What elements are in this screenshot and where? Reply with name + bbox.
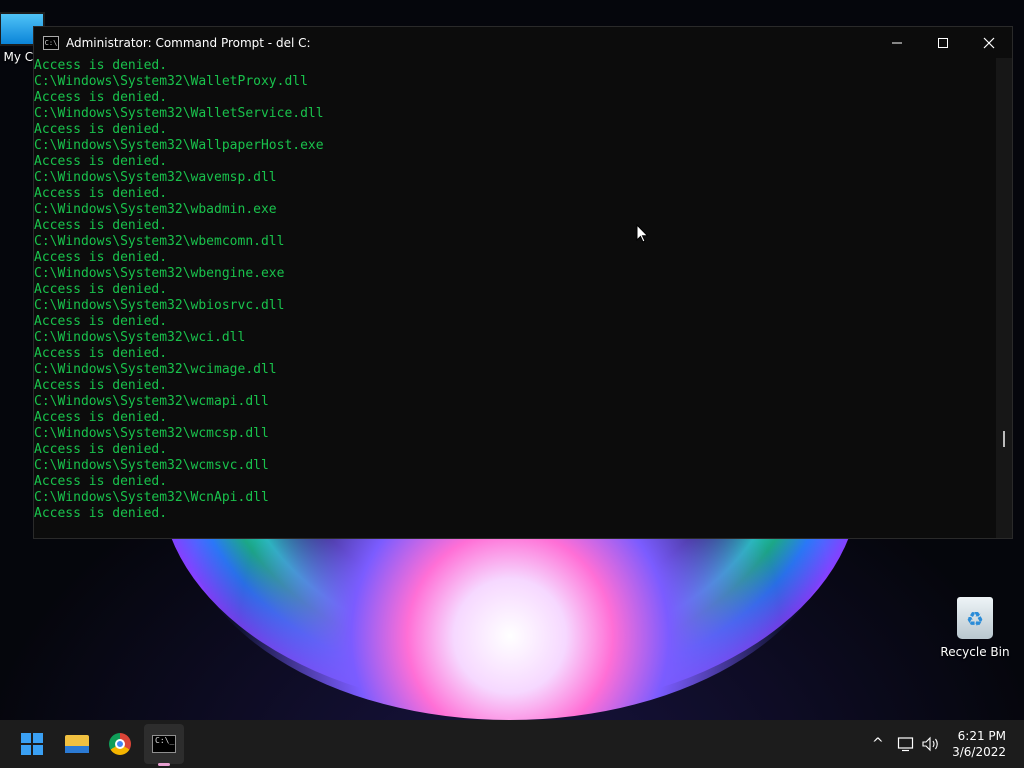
title-bar[interactable]: C:\ Administrator: Command Prompt - del … (34, 27, 1012, 58)
console-line: C:\Windows\System32\wbadmin.exe (34, 202, 277, 217)
volume-icon (922, 736, 938, 752)
command-prompt-window[interactable]: C:\ Administrator: Command Prompt - del … (33, 26, 1013, 539)
running-indicator (158, 763, 170, 766)
console-line: Access is denied. (34, 58, 168, 73)
console-line: Access is denied. (34, 346, 168, 361)
console-line: Access is denied. (34, 314, 168, 329)
console-output[interactable]: Access is denied. C:\Windows\System32\Wal… (34, 58, 996, 538)
console-line: Access is denied. (34, 442, 168, 457)
mouse-cursor-icon (636, 224, 649, 243)
console-line: C:\Windows\System32\wcmsvc.dll (34, 458, 269, 473)
show-hidden-icons-button[interactable]: ^ (872, 720, 884, 768)
taskbar-chrome[interactable] (100, 724, 140, 764)
desktop-icon-label: Recycle Bin (940, 645, 1010, 659)
start-button[interactable] (12, 724, 52, 764)
console-line: Access is denied. (34, 154, 168, 169)
console-line: C:\Windows\System32\WalletProxy.dll (34, 74, 308, 89)
chevron-up-icon: ^ (872, 736, 884, 752)
console-line: C:\Windows\System32\wci.dll (34, 330, 246, 345)
network-button[interactable] (897, 720, 915, 768)
minimize-icon (892, 42, 902, 43)
console-line: Access is denied. (34, 378, 168, 393)
minimize-button[interactable] (874, 27, 920, 58)
command-prompt-icon: C:\ (43, 35, 59, 50)
console-line: Access is denied. (34, 506, 168, 521)
volume-button[interactable] (921, 720, 941, 768)
console-line: C:\Windows\System32\WcnApi.dll (34, 490, 269, 505)
console-line: C:\Windows\System32\wcmapi.dll (34, 394, 269, 409)
window-title: Administrator: Command Prompt - del C: (66, 35, 311, 50)
windows-logo-icon (21, 733, 43, 755)
console-line: Access is denied. (34, 250, 168, 265)
clock-date: 3/6/2022 (952, 745, 1006, 759)
close-button[interactable] (966, 27, 1012, 58)
terminal-icon: C:\_ (152, 735, 176, 753)
clock[interactable]: 6:21 PM 3/6/2022 (952, 728, 1006, 760)
console-line: C:\Windows\System32\WallpaperHost.exe (34, 138, 324, 153)
taskbar-file-explorer[interactable] (57, 724, 97, 764)
maximize-button[interactable] (920, 27, 966, 58)
close-icon (983, 37, 995, 48)
console-line: Access is denied. (34, 218, 168, 233)
console-line: Access is denied. (34, 282, 168, 297)
console-line: C:\Windows\System32\wbemcomn.dll (34, 234, 285, 249)
console-line: Access is denied. (34, 186, 168, 201)
chrome-icon (109, 733, 131, 755)
console-line: Access is denied. (34, 410, 168, 425)
scrollbar-thumb[interactable] (1003, 431, 1005, 447)
folder-icon (65, 735, 89, 753)
console-line: C:\Windows\System32\wavemsp.dll (34, 170, 277, 185)
console-line: C:\Windows\System32\wcmcsp.dll (34, 426, 269, 441)
console-line: C:\Windows\System32\wbengine.exe (34, 266, 285, 281)
console-line: C:\Windows\System32\WalletService.dll (34, 106, 324, 121)
console-line: C:\Windows\System32\wcimage.dll (34, 362, 277, 377)
desktop-icon-recycle-bin[interactable]: ♻ Recycle Bin (935, 597, 1015, 659)
console-line: Access is denied. (34, 474, 168, 489)
console-line: C:\Windows\System32\wbiosrvc.dll (34, 298, 285, 313)
clock-time: 6:21 PM (957, 729, 1006, 743)
vertical-scrollbar[interactable] (996, 58, 1012, 538)
network-icon (897, 737, 914, 752)
taskbar-command-prompt[interactable]: C:\_ (144, 724, 184, 764)
recycle-bin-icon: ♻ (957, 597, 993, 639)
maximize-icon (938, 37, 948, 48)
console-line: Access is denied. (34, 90, 168, 105)
console-line: Access is denied. (34, 122, 168, 137)
taskbar: C:\_ ^ 6:21 PM 3/6/2022 (0, 720, 1024, 768)
